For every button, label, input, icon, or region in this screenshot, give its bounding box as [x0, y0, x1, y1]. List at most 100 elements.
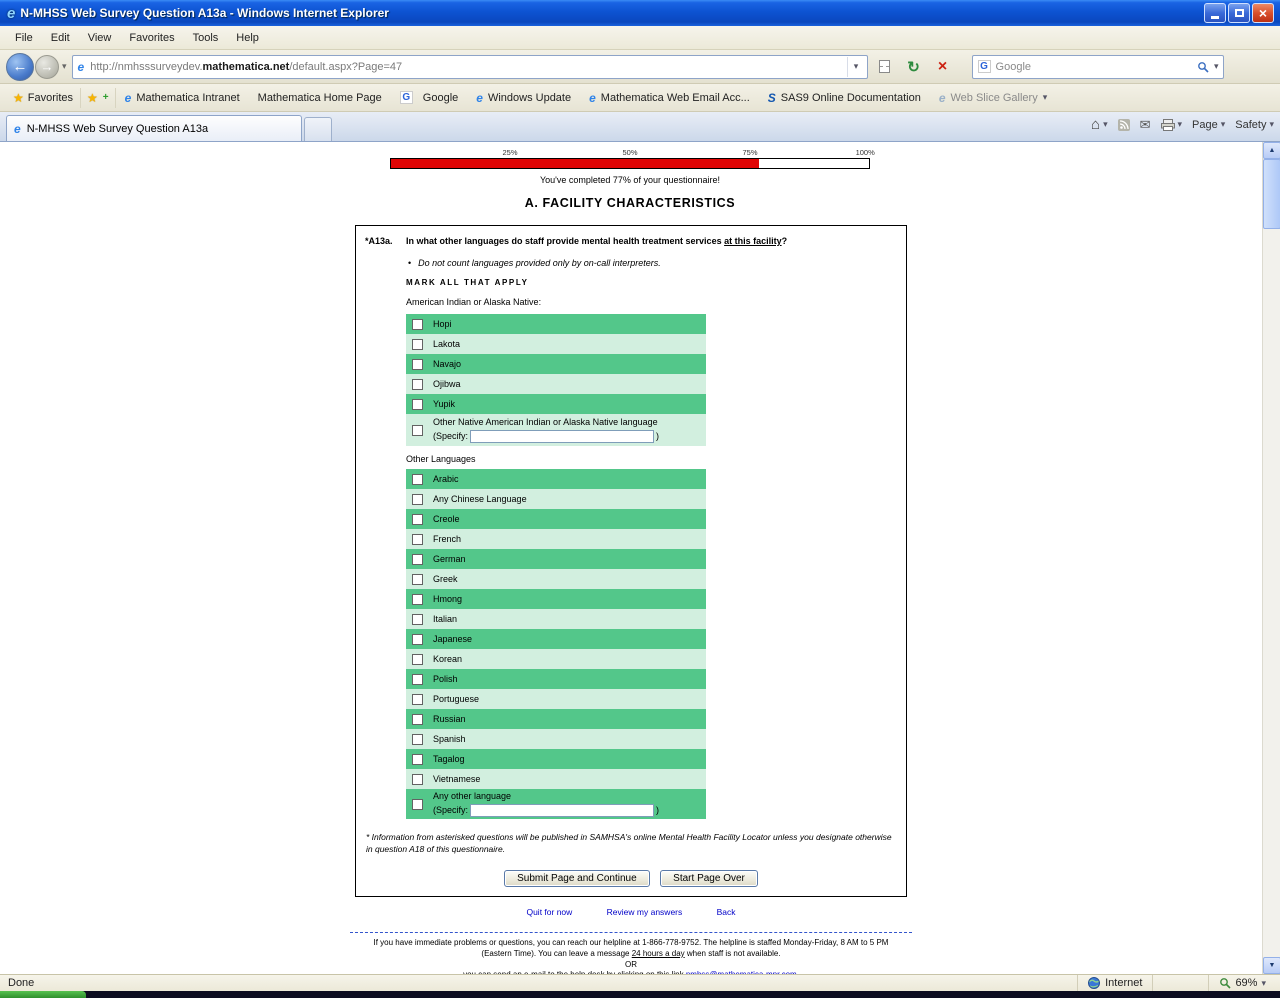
native-other-specify-input[interactable]: [470, 430, 654, 443]
status-bar: Done Internet 69% ▾: [0, 974, 1280, 991]
back-link[interactable]: Back: [717, 907, 736, 917]
close-icon: ×: [1259, 6, 1267, 20]
language-label: German: [433, 554, 466, 564]
zoom-magnifier-icon: [1219, 977, 1231, 989]
safety-menu-button[interactable]: Safety ▾: [1235, 119, 1274, 131]
language-checkbox-korean[interactable]: [412, 654, 423, 665]
search-options-caret-icon[interactable]: ▾: [1214, 61, 1219, 72]
close-button[interactable]: ×: [1252, 3, 1274, 23]
favorites-item-windows-update[interactable]: e Windows Update: [467, 88, 580, 108]
language-checkbox-tagalog[interactable]: [412, 754, 423, 765]
language-checkbox-greek[interactable]: [412, 574, 423, 585]
back-button[interactable]: ←: [6, 53, 34, 81]
address-field[interactable]: e http://nmhsssurveydev.mathematica.net/…: [72, 55, 868, 79]
add-to-favorites-bar-button[interactable]: ★ +: [81, 88, 116, 108]
menu-tools[interactable]: Tools: [184, 29, 228, 47]
favorites-item-web-slice-gallery[interactable]: e Web Slice Gallery ▾: [930, 88, 1056, 108]
language-row: Japanese: [406, 629, 706, 649]
specify-label: (Specify:: [433, 805, 468, 817]
language-checkbox-hopi[interactable]: [412, 319, 423, 330]
language-checkbox-spanish[interactable]: [412, 734, 423, 745]
helpline-line2-pre: (Eastern Time). You can leave a message: [481, 949, 631, 958]
menu-file[interactable]: File: [6, 29, 42, 47]
submit-button[interactable]: Submit Page and Continue: [504, 870, 650, 887]
any-other-specify-input[interactable]: [470, 804, 654, 817]
home-button[interactable]: ⌂ ▾: [1091, 117, 1108, 132]
zoom-control[interactable]: 69% ▾: [1208, 975, 1276, 991]
search-box[interactable]: G Google ▾: [972, 55, 1224, 79]
favorites-item-mathematica-intranet[interactable]: e Mathematica Intranet: [116, 88, 249, 108]
language-label: Arabic: [433, 474, 459, 484]
page-menu-button[interactable]: Page ▾: [1192, 119, 1225, 131]
security-zone-segment: Internet: [1077, 975, 1152, 991]
refresh-button[interactable]: ↻: [902, 55, 926, 79]
favorites-item-web-email[interactable]: e Mathematica Web Email Acc...: [580, 88, 759, 108]
start-over-button[interactable]: Start Page Over: [660, 870, 758, 887]
language-label: Vietnamese: [433, 774, 480, 784]
native-language-table: Hopi Lakota Navajo Ojibwa: [406, 314, 706, 446]
quit-link[interactable]: Quit for now: [526, 907, 572, 917]
vertical-scrollbar[interactable]: ▲ ▼: [1262, 142, 1280, 974]
question-text-underlined: at this facility: [724, 236, 782, 246]
language-checkbox-vietnamese[interactable]: [412, 774, 423, 785]
other-native-language-checkbox[interactable]: [412, 425, 423, 436]
favorites-star-icon: ★: [13, 91, 24, 105]
language-checkbox-hmong[interactable]: [412, 594, 423, 605]
menu-view[interactable]: View: [79, 29, 121, 47]
language-checkbox-portuguese[interactable]: [412, 694, 423, 705]
tab-title: N-MHSS Web Survey Question A13a: [27, 123, 208, 135]
favorites-button[interactable]: ★ Favorites: [6, 88, 81, 108]
language-checkbox-ojibwa[interactable]: [412, 379, 423, 390]
tab-nmhss-survey[interactable]: e N-MHSS Web Survey Question A13a: [6, 115, 302, 141]
progress-bar: [390, 158, 870, 169]
read-mail-button[interactable]: ✉: [1140, 117, 1151, 133]
language-checkbox-italian[interactable]: [412, 614, 423, 625]
print-button[interactable]: ▾: [1161, 119, 1183, 131]
language-checkbox-japanese[interactable]: [412, 634, 423, 645]
search-magnifier-icon[interactable]: [1197, 61, 1209, 73]
forward-button[interactable]: →: [35, 55, 59, 79]
question-text-pre: In what other languages do staff provide…: [406, 236, 724, 246]
help-email-link[interactable]: nmhss@mathematica-mpr.com: [686, 970, 797, 974]
scrollbar-thumb[interactable]: [1263, 159, 1280, 229]
language-checkbox-polish[interactable]: [412, 674, 423, 685]
minimize-button[interactable]: [1204, 3, 1226, 23]
scroll-down-button[interactable]: ▼: [1263, 957, 1280, 974]
address-dropdown-caret-icon[interactable]: ▾: [847, 57, 865, 77]
language-checkbox-navajo[interactable]: [412, 359, 423, 370]
language-checkbox-german[interactable]: [412, 554, 423, 565]
any-other-language-checkbox[interactable]: [412, 799, 423, 810]
new-tab-button[interactable]: [304, 117, 332, 141]
language-checkbox-creole[interactable]: [412, 514, 423, 525]
language-checkbox-chinese[interactable]: [412, 494, 423, 505]
url-prefix: http://nmhsssurveydev.: [90, 61, 202, 73]
tick-50: 50%: [622, 148, 637, 157]
back-arrow-icon: ←: [13, 58, 28, 75]
compatibility-view-button[interactable]: [873, 55, 897, 79]
language-row: Spanish: [406, 729, 706, 749]
feeds-button[interactable]: [1118, 119, 1130, 131]
language-label: Polish: [433, 674, 458, 684]
favorites-item-google[interactable]: G Google: [391, 88, 467, 107]
scroll-up-button[interactable]: ▲: [1263, 142, 1280, 159]
language-row: German: [406, 549, 706, 569]
status-spacer-segment: [1152, 975, 1208, 991]
page-favicon-icon: e: [78, 60, 85, 74]
stop-button[interactable]: ×: [931, 55, 955, 79]
language-checkbox-french[interactable]: [412, 534, 423, 545]
menu-edit[interactable]: Edit: [42, 29, 79, 47]
menu-help[interactable]: Help: [227, 29, 268, 47]
language-checkbox-arabic[interactable]: [412, 474, 423, 485]
zoom-caret-icon[interactable]: ▾: [1261, 978, 1266, 989]
favorites-item-mathematica-home[interactable]: Mathematica Home Page: [249, 89, 391, 107]
language-checkbox-russian[interactable]: [412, 714, 423, 725]
maximize-button[interactable]: [1228, 3, 1250, 23]
language-checkbox-lakota[interactable]: [412, 339, 423, 350]
progress-indicator: 25% 50% 75% 100%: [390, 148, 870, 169]
question-note-text: Do not count languages provided only by …: [418, 258, 661, 268]
recent-pages-caret-icon[interactable]: ▾: [62, 61, 67, 72]
menu-favorites[interactable]: Favorites: [120, 29, 183, 47]
review-answers-link[interactable]: Review my answers: [607, 907, 683, 917]
language-checkbox-yupik[interactable]: [412, 399, 423, 410]
favorites-item-sas9-docs[interactable]: S SAS9 Online Documentation: [759, 88, 930, 108]
